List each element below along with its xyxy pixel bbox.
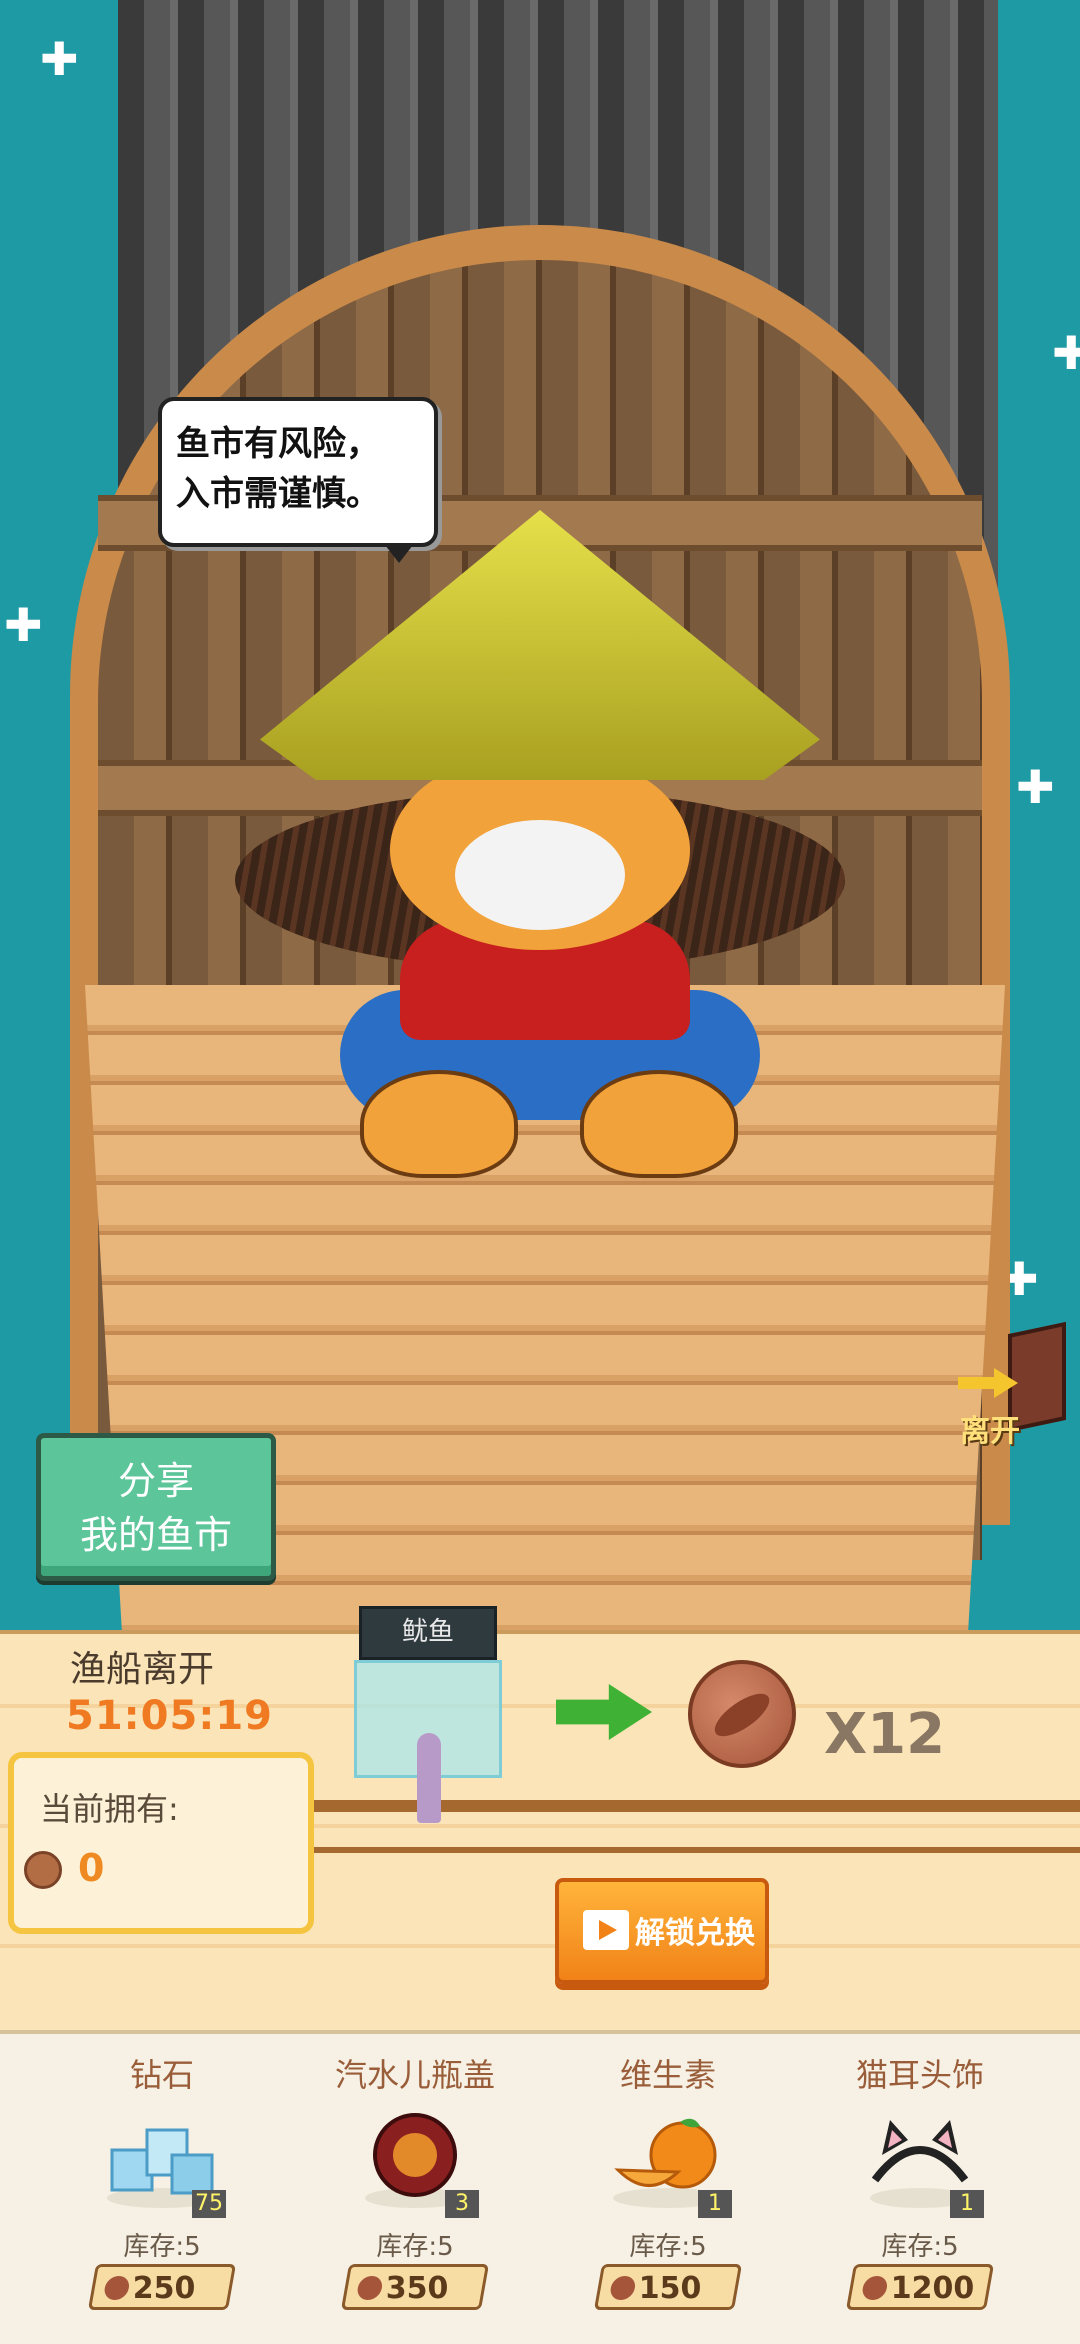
shop-item-stock: 库存:5 — [629, 2232, 707, 2262]
shop-item-badge: 1 — [698, 2190, 732, 2218]
share-label-line2: 我的鱼市 — [79, 1513, 232, 1557]
cat-paw — [580, 1070, 738, 1178]
fish-coin-icon — [688, 1660, 796, 1768]
leave-button[interactable]: 离开 — [958, 1321, 1068, 1449]
price-tag[interactable]: 350 — [340, 2264, 490, 2310]
leave-label: 离开 — [960, 1414, 1020, 1449]
shop-item-vitamin[interactable]: 维生素 1 库存:5 150 — [558, 2040, 778, 2340]
shop-item-cat-ears[interactable]: 猫耳头饰 1 库存:5 1200 — [810, 2040, 1030, 2340]
speech-line: 入市需谨慎。 — [176, 474, 380, 514]
owned-box — [8, 1752, 314, 1934]
cat-muzzle — [455, 820, 625, 930]
boat-depart-label: 渔船离开 — [70, 1649, 215, 1690]
price-value: 1200 — [890, 2271, 975, 2306]
shop-item-badge: 3 — [445, 2190, 479, 2218]
price-value: 250 — [132, 2271, 196, 2306]
shop-item-name: 汽水儿瓶盖 — [334, 2056, 495, 2094]
shop-item-bottle-cap[interactable]: 汽水儿瓶盖 3 库存:5 350 — [305, 2040, 525, 2340]
sparkle-icon: ✚ — [4, 598, 43, 652]
price-tag[interactable]: 150 — [593, 2264, 743, 2310]
shop-item-name: 猫耳头饰 — [855, 2056, 984, 2094]
coin-icon — [24, 1851, 62, 1889]
speech-bubble-tail — [385, 545, 413, 563]
panel-divider — [300, 1847, 1080, 1853]
price-value: 150 — [638, 2271, 702, 2306]
price-tag[interactable]: 250 — [87, 2264, 237, 2310]
depart-timer: 51:05:19 — [66, 1693, 273, 1739]
shop-item-badge: 75 — [192, 2190, 226, 2218]
shop-item-name: 钻石 — [129, 2056, 194, 2094]
share-market-button[interactable]: 分享 我的鱼市 — [36, 1433, 276, 1581]
fish-icon — [708, 1685, 776, 1745]
share-label-line1: 分享 — [117, 1459, 194, 1503]
owned-count: 0 — [78, 1846, 105, 1890]
shop-item-stock: 库存:5 — [376, 2232, 454, 2262]
speech-line: 鱼市有风险， — [176, 424, 380, 464]
tank-glass — [354, 1660, 502, 1823]
shop-item-badge: 1 — [950, 2190, 984, 2218]
coin-icon — [860, 2276, 889, 2300]
straw-hat — [260, 510, 820, 780]
shop-item-name: 维生素 — [619, 2056, 716, 2094]
sparkle-icon: ✚ — [1016, 760, 1055, 814]
shop-item-stock: 库存:5 — [123, 2232, 201, 2262]
sparkle-icon: ✚ — [40, 32, 79, 86]
price-value: 350 — [385, 2271, 449, 2306]
exchange-multiplier: X12 — [824, 1702, 946, 1767]
owned-label: 当前拥有: — [40, 1790, 179, 1828]
price-tag[interactable]: 1200 — [845, 2264, 995, 2310]
squid-icon — [417, 1733, 441, 1823]
coin-icon — [102, 2276, 131, 2300]
fish-market-scene: ✚ ✚ ✚ ✚ ✚ 鱼市有风险， 入市需谨慎。 分享 我的鱼市 离开 — [0, 0, 1080, 1630]
tank-item-name: 鱿鱼 — [359, 1606, 497, 1660]
sparkle-icon: ✚ — [1052, 326, 1080, 380]
shop-item-stock: 库存:5 — [881, 2232, 959, 2262]
unlock-exchange-button[interactable]: 解锁兑换 — [555, 1878, 769, 1984]
unlock-label: 解锁兑换 — [635, 1916, 755, 1951]
video-play-icon — [583, 1910, 629, 1950]
coin-icon — [355, 2276, 384, 2300]
cat-paw — [360, 1070, 518, 1178]
fisherman-cat[interactable] — [230, 510, 850, 1178]
coin-icon — [608, 2276, 637, 2300]
shop-item-diamond[interactable]: 钻石 75 库存:5 250 — [52, 2040, 272, 2340]
speech-bubble: 鱼市有风险， 入市需谨慎。 — [158, 397, 438, 547]
squid-tank[interactable]: 鱿鱼 — [354, 1606, 502, 1823]
